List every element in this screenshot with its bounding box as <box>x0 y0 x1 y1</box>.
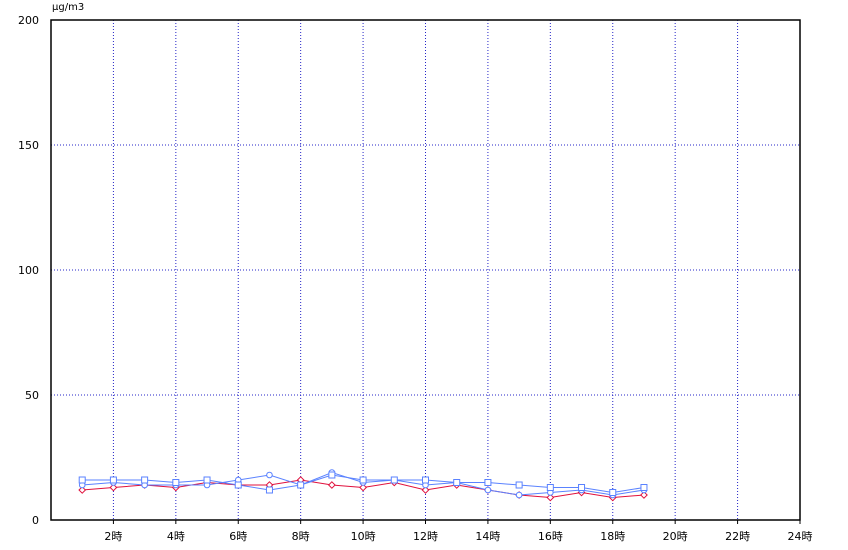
data-point <box>327 481 336 489</box>
x-tick-label: 6時 <box>229 530 247 543</box>
y-tick-label: 200 <box>18 14 39 27</box>
y-axis-ticks: 0 50 100 150 200 <box>18 14 39 527</box>
x-tick-label: 16時 <box>538 530 563 543</box>
data-point <box>422 476 429 484</box>
data-point <box>546 484 554 491</box>
data-point <box>390 476 398 484</box>
data-point <box>109 476 117 484</box>
data-point <box>609 489 617 496</box>
data-point <box>172 479 180 486</box>
x-tick-label: 24時 <box>788 530 813 543</box>
data-point <box>78 476 86 484</box>
x-tick-label: 14時 <box>475 530 500 543</box>
data-point <box>484 479 492 486</box>
x-tick-label: 18時 <box>600 530 625 543</box>
data-point <box>328 471 336 479</box>
data-point <box>578 484 586 491</box>
data-point <box>141 476 149 484</box>
x-tick-label: 22時 <box>725 530 750 543</box>
line-chart: 050100150200 2時 4時 6時 8時 10時 12時 14時 16時 18時 20時 2… <box>18 2 813 543</box>
data-point <box>359 476 367 484</box>
data-point <box>453 479 461 486</box>
y-tick-label: 50 <box>25 389 39 402</box>
data-point <box>265 486 273 494</box>
series-layer <box>78 469 648 502</box>
data-point <box>234 481 242 489</box>
data-point <box>515 481 523 489</box>
y-unit-label: μg/m3 <box>52 2 84 13</box>
x-tick-label: 10時 <box>351 530 376 543</box>
data-point <box>484 486 492 494</box>
data-point <box>515 491 523 499</box>
x-axis-ticks: 2時 4時 6時 8時 10時 12時 14時 16時 18時 20時 22時 24時 <box>104 520 813 543</box>
y-tick-label: 0 <box>32 514 39 527</box>
x-tick-label: 4時 <box>167 530 185 543</box>
x-tick-label: 20時 <box>663 530 688 543</box>
grid <box>51 20 800 520</box>
data-point <box>640 484 648 491</box>
data-point <box>297 481 305 489</box>
data-point <box>266 471 273 479</box>
x-tick-label: 2時 <box>104 530 122 543</box>
y-tick-label: 150 <box>18 139 39 152</box>
x-tick-label: 8時 <box>292 530 310 543</box>
data-point <box>203 476 211 484</box>
y-tick-label: 100 <box>18 264 39 277</box>
x-tick-label: 12時 <box>413 530 438 543</box>
